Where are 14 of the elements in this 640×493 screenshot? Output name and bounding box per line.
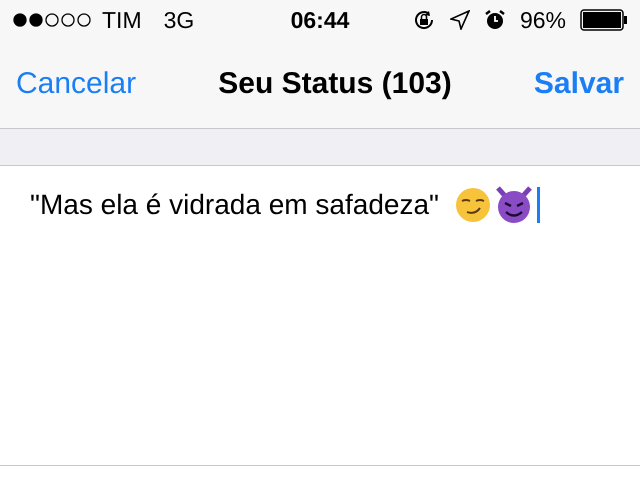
location-arrow-icon	[450, 10, 470, 30]
status-input-field[interactable]: "Mas ela é vidrada em safadeza"	[30, 186, 540, 224]
screen-title: Seu Status (103)	[218, 67, 452, 101]
network-type: 3G	[164, 6, 194, 34]
save-button[interactable]: Salvar	[534, 67, 624, 101]
alarm-clock-icon	[484, 9, 506, 31]
battery-icon	[580, 9, 628, 31]
smirking-face-icon	[454, 187, 491, 223]
devil-face-icon	[494, 186, 533, 224]
cancel-button[interactable]: Cancelar	[16, 67, 136, 101]
text-cursor	[536, 187, 540, 223]
carrier-name: TIM	[102, 6, 142, 34]
clock: 06:44	[290, 6, 350, 34]
battery-percent: 96%	[520, 6, 566, 34]
